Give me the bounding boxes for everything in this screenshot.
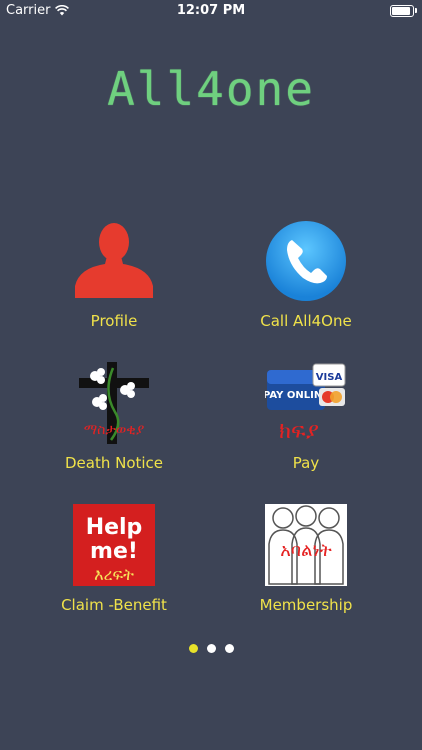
visa-card-text: VISA xyxy=(316,372,343,383)
cross-with-flowers-icon[interactable]: ማስታወቂያ xyxy=(73,362,155,444)
help-line2-text: me! xyxy=(90,539,138,564)
page-dot-1[interactable] xyxy=(188,644,198,653)
phone-icon[interactable] xyxy=(265,220,347,302)
page-indicator[interactable] xyxy=(0,644,422,653)
person-silhouette-icon[interactable] xyxy=(73,220,155,302)
help-line1-text: Help xyxy=(86,515,143,540)
page-dot-3[interactable] xyxy=(224,644,234,653)
call-label: Call All4One xyxy=(260,312,352,330)
death-notice-tile[interactable]: ማስታወቂያ Death Notice xyxy=(44,362,184,472)
death-notice-label: Death Notice xyxy=(64,454,164,472)
app-title: All4one xyxy=(107,62,315,116)
membership-overlay-text: አባልነት xyxy=(280,540,332,561)
pay-tile[interactable]: PAY ONLINE VISA ክፍያ Pay xyxy=(236,362,376,472)
pay-online-cards-icon[interactable]: PAY ONLINE VISA ክፍያ xyxy=(263,362,347,444)
help-me-icon[interactable]: Help me! እረፍት xyxy=(73,504,155,586)
group-people-icon[interactable]: አባልነት xyxy=(265,504,347,586)
profile-label: Profile xyxy=(90,312,138,330)
status-time: 12:07 PM xyxy=(176,3,246,18)
membership-tile[interactable]: አባልነት Membership xyxy=(236,504,376,614)
membership-label: Membership xyxy=(259,596,353,614)
death-notice-overlay-text: ማስታወቂያ xyxy=(84,422,145,438)
claim-overlay-text: እረፍት xyxy=(94,565,134,584)
call-tile[interactable]: Call All4One xyxy=(236,220,376,330)
status-bar: Carrier 12:07 PM xyxy=(0,0,422,22)
claim-benefit-label: Claim -Benefit xyxy=(61,596,167,614)
pay-overlay-text: ክፍያ xyxy=(279,419,319,444)
battery-icon xyxy=(390,5,417,17)
page-dot-2[interactable] xyxy=(206,644,216,653)
pay-label: Pay xyxy=(292,454,320,472)
claim-benefit-tile[interactable]: Help me! እረፍት Claim -Benefit xyxy=(44,504,184,614)
profile-tile[interactable]: Profile xyxy=(44,220,184,330)
